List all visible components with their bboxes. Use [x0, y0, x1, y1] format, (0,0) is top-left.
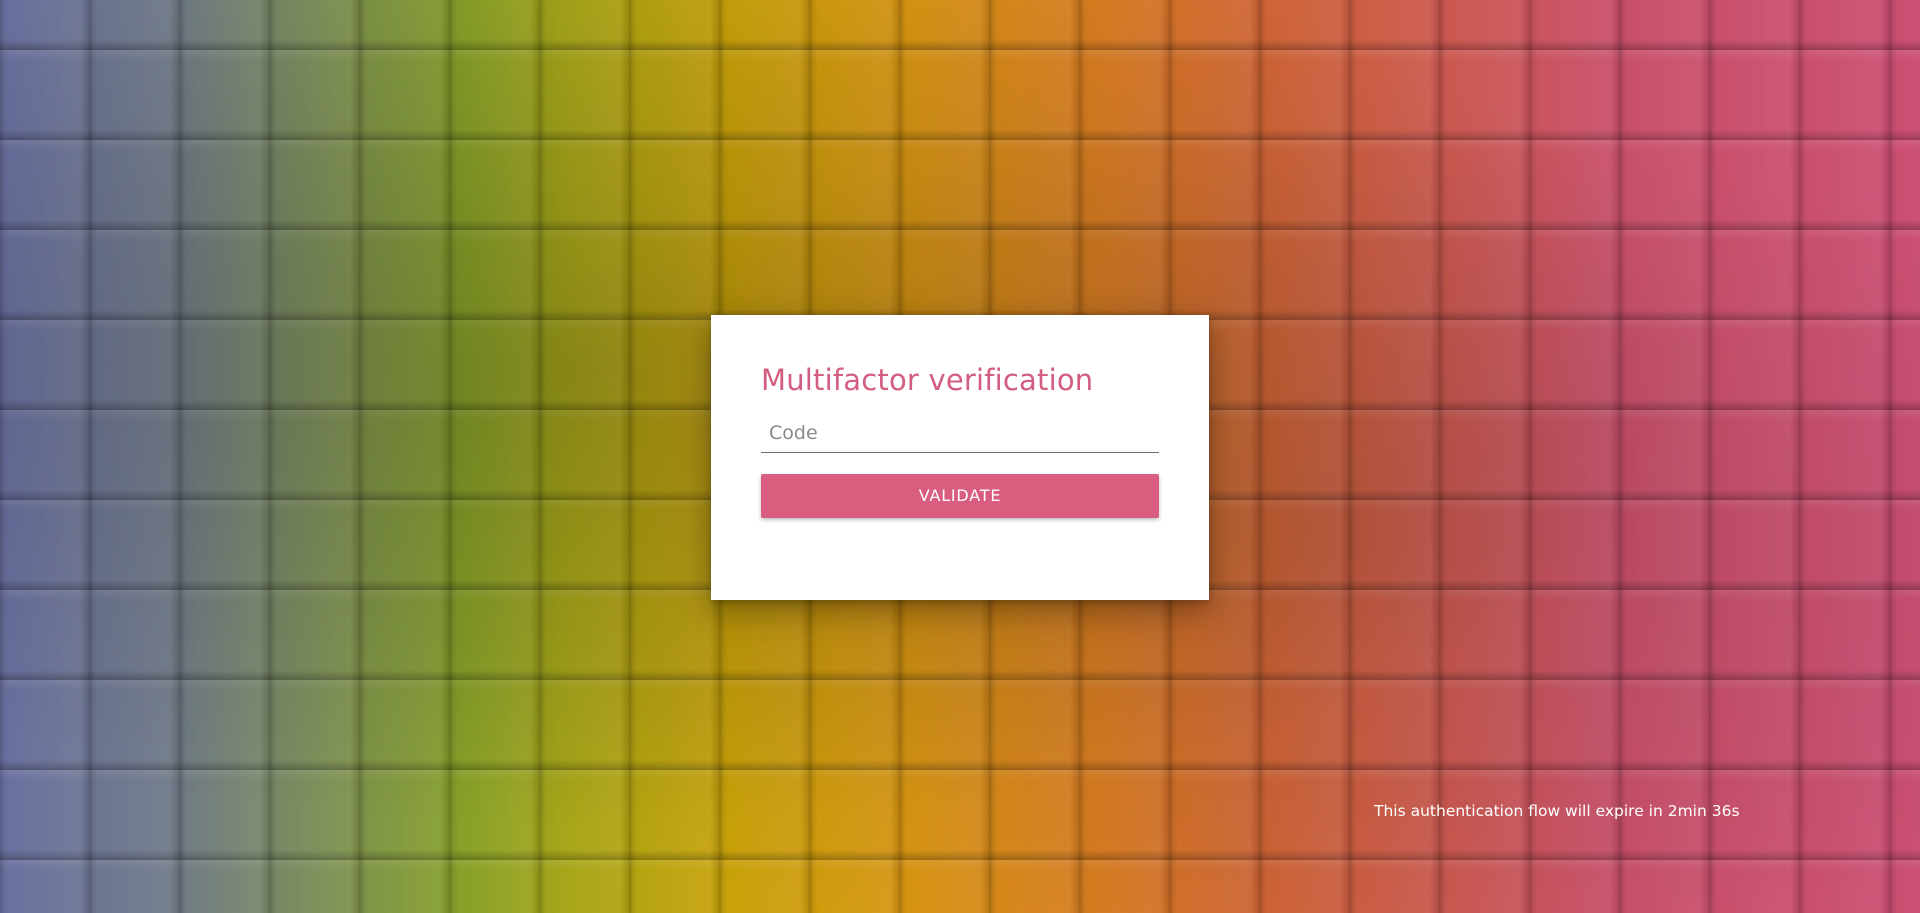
mfa-card: Multifactor verification VALIDATE	[711, 315, 1209, 600]
code-field	[761, 408, 1159, 453]
page-title: Multifactor verification	[761, 363, 1094, 397]
expiration-notice: This authentication flow will expire in …	[1374, 802, 1740, 820]
validate-button[interactable]: VALIDATE	[761, 473, 1159, 518]
code-input[interactable]	[761, 417, 1159, 448]
